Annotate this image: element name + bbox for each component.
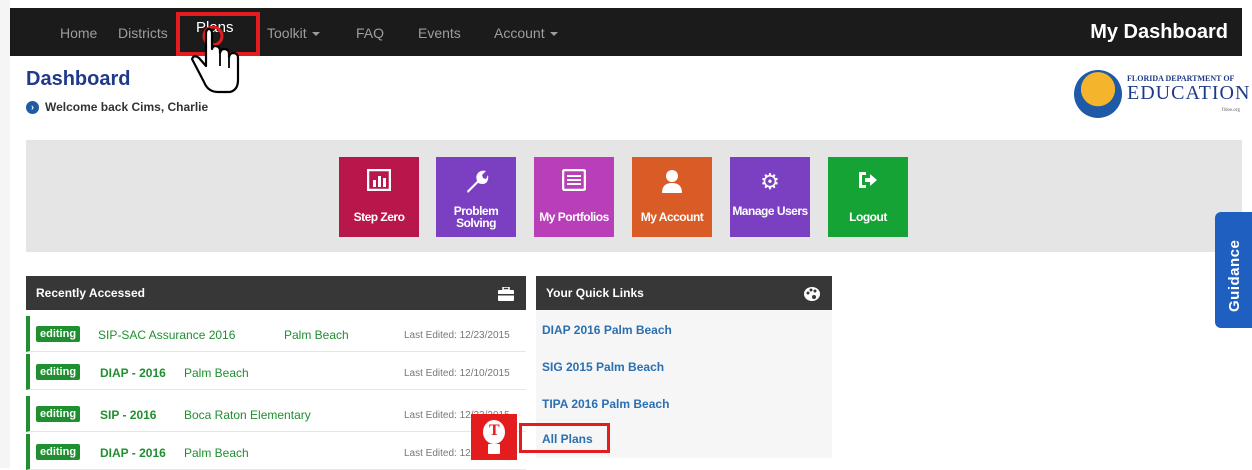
- hand-pointer-icon: [190, 26, 240, 94]
- logo-seal: [1074, 70, 1122, 118]
- nav-account-label: Account: [494, 25, 545, 41]
- table-row[interactable]: editing DIAP - 2016 Palm Beach Last Edit…: [26, 354, 526, 390]
- gear-icon: ⚙: [760, 169, 780, 194]
- plan-name[interactable]: DIAP - 2016: [100, 446, 166, 460]
- my-portfolios-label: My Portfolios: [539, 210, 609, 224]
- logo-line2: EDUCATION: [1127, 82, 1251, 104]
- nav-toolkit-label: Toolkit: [267, 25, 307, 41]
- plan-school: Palm Beach: [184, 366, 249, 380]
- caret-down-icon: [311, 32, 320, 37]
- palette-icon: [804, 276, 820, 310]
- table-row[interactable]: editing SIP-SAC Assurance 2016 Palm Beac…: [26, 316, 526, 352]
- status-badge: editing: [36, 326, 81, 342]
- page-title: Dashboard: [26, 68, 131, 90]
- chevron-right-circle-icon: ›: [26, 100, 39, 114]
- status-badge: editing: [36, 364, 81, 380]
- plan-school: Palm Beach: [184, 446, 249, 460]
- my-portfolios-tile[interactable]: My Portfolios: [534, 157, 614, 237]
- recently-accessed-header: Recently Accessed: [26, 276, 526, 310]
- my-account-label: My Account: [640, 210, 704, 224]
- plan-school: Palm Beach: [284, 328, 349, 342]
- plan-name[interactable]: SIP - 2016: [100, 408, 156, 422]
- bulb-shape: T: [483, 420, 505, 444]
- nav-events[interactable]: Events: [418, 8, 461, 56]
- step-zero-label: Step Zero: [353, 210, 405, 224]
- guidance-tab[interactable]: Guidance: [1215, 212, 1252, 328]
- welcome-text: Welcome back Cims, Charlie: [45, 100, 209, 114]
- briefcase-icon: [498, 276, 514, 310]
- my-account-tile[interactable]: My Account: [632, 157, 712, 237]
- manage-users-label: Manage Users: [732, 204, 808, 218]
- lightbulb-tip-icon: T: [471, 414, 517, 460]
- last-edited: Last Edited: 12/10/2015: [404, 368, 510, 379]
- caret-down-icon: [549, 32, 558, 37]
- logout-tile[interactable]: Logout: [828, 157, 908, 237]
- problem-solving-tile[interactable]: Problem Solving: [436, 157, 516, 237]
- nav-account[interactable]: Account: [494, 8, 558, 56]
- nav-toolkit[interactable]: Toolkit: [267, 8, 320, 56]
- sign-out-icon: [828, 169, 908, 195]
- quick-link[interactable]: SIG 2015 Palm Beach: [542, 360, 664, 374]
- all-plans-highlight-box: [519, 423, 610, 453]
- table-row[interactable]: editing SIP - 2016 Boca Raton Elementary…: [26, 396, 526, 432]
- nav-faq[interactable]: FAQ: [356, 8, 384, 56]
- wrench-icon: [436, 169, 516, 195]
- problem-solving-label: Problem Solving: [453, 204, 499, 230]
- logout-label: Logout: [849, 210, 887, 224]
- quick-link[interactable]: TIPA 2016 Palm Beach: [542, 397, 669, 411]
- status-badge: editing: [36, 406, 81, 422]
- quick-links-header: Your Quick Links: [536, 276, 832, 310]
- recently-accessed-title: Recently Accessed: [36, 286, 145, 300]
- window-edge: [0, 0, 10, 468]
- user-icon: [632, 169, 712, 195]
- nav-districts[interactable]: Districts: [118, 8, 168, 56]
- guidance-label: Guidance: [1226, 239, 1243, 312]
- manage-users-tile[interactable]: ⚙ Manage Users: [730, 157, 810, 237]
- welcome-message: › Welcome back Cims, Charlie: [26, 100, 208, 114]
- quick-links-title: Your Quick Links: [546, 286, 644, 300]
- nav-home[interactable]: Home: [60, 8, 97, 56]
- bar-chart-icon: [339, 168, 419, 195]
- plan-school: Boca Raton Elementary: [184, 408, 311, 422]
- bulb-base: [488, 444, 500, 454]
- logo-url: fldoe.org: [1221, 108, 1240, 113]
- brand-title[interactable]: My Dashboard: [1090, 8, 1228, 56]
- list-icon: [534, 168, 614, 195]
- status-badge: editing: [36, 444, 81, 460]
- plan-name[interactable]: SIP-SAC Assurance 2016: [98, 328, 235, 342]
- quick-link[interactable]: DIAP 2016 Palm Beach: [542, 323, 672, 337]
- quick-action-panel: Step Zero Problem Solving My Portfolios …: [26, 140, 1242, 252]
- step-zero-tile[interactable]: Step Zero: [339, 157, 419, 237]
- fl-doe-logo: FLORIDA DEPARTMENT OF EDUCATION fldoe.or…: [1072, 68, 1249, 124]
- plan-name[interactable]: DIAP - 2016: [100, 366, 166, 380]
- last-edited: Last Edited: 12/23/2015: [404, 330, 510, 341]
- table-row[interactable]: editing DIAP - 2016 Palm Beach Last Edit…: [26, 434, 526, 470]
